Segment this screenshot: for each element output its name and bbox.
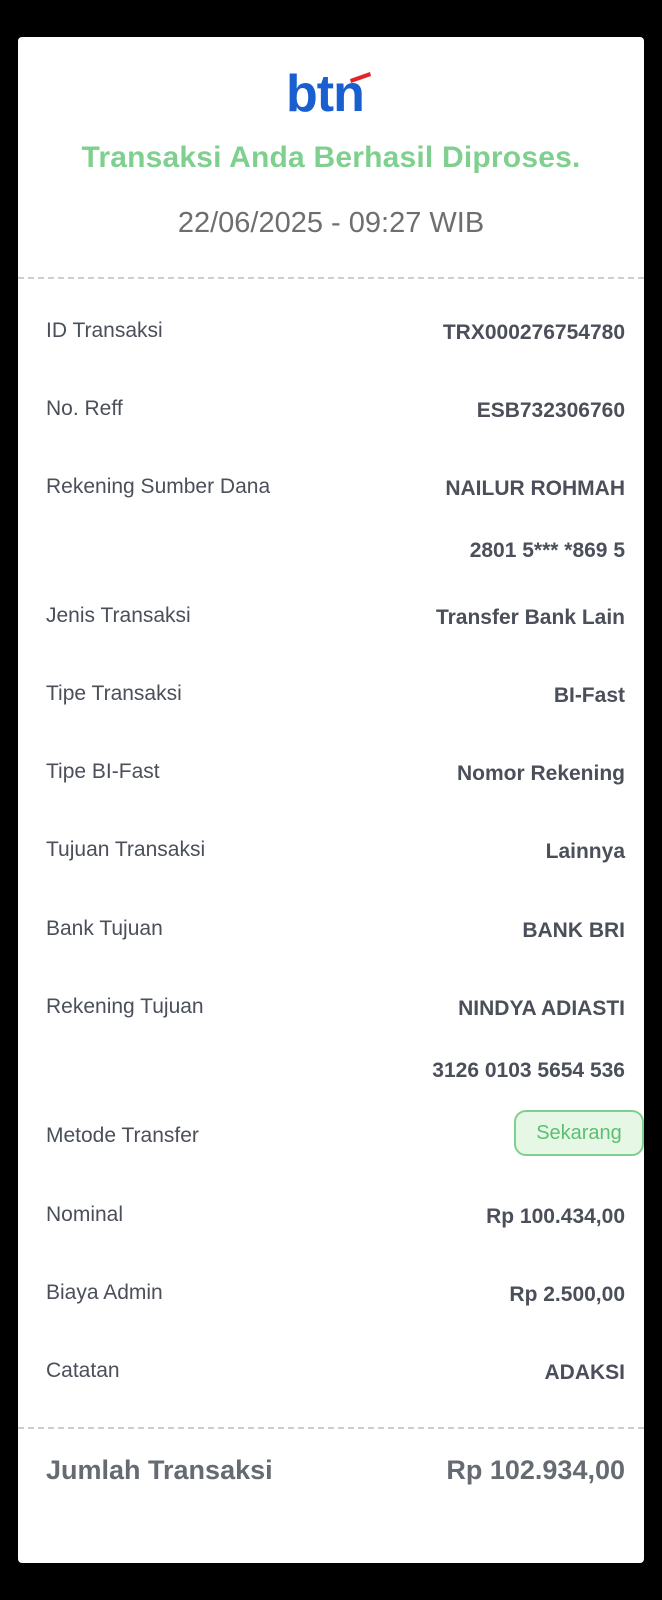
label: Bank Tujuan: [46, 917, 163, 940]
value: BANK BRI: [522, 919, 625, 942]
row-reff-no: No. Reff ESB732306760: [18, 397, 644, 437]
label: Biaya Admin: [46, 1281, 163, 1304]
value: Lainnya: [545, 840, 625, 863]
value: ADAKSI: [544, 1361, 625, 1384]
label: Metode Transfer: [46, 1124, 199, 1147]
label: Tujuan Transaksi: [46, 838, 206, 861]
success-status: Transaksi Anda Berhasil Diproses.: [81, 141, 581, 174]
value: NINDYA ADIASTI: [458, 997, 625, 1020]
row-transaction-purpose: Tujuan Transaksi Lainnya: [18, 838, 644, 878]
label: No. Reff: [46, 397, 123, 420]
value: Rp 100.434,00: [486, 1205, 625, 1228]
row-source-account-number: 2801 5*** *869 5: [18, 537, 644, 577]
label: Catatan: [46, 1359, 120, 1382]
label: Rekening Sumber Dana: [46, 475, 271, 498]
total-amount: Rp 102.934,00: [446, 1455, 625, 1485]
value: Rp 2.500,00: [509, 1283, 625, 1306]
row-admin-fee: Biaya Admin Rp 2.500,00: [18, 1281, 644, 1321]
row-transfer-method: Metode Transfer Sekarang: [18, 1110, 644, 1164]
value: TRX000276754780: [442, 321, 625, 344]
row-transaction-kind: Jenis Transaksi Transfer Bank Lain: [18, 604, 644, 644]
value: ESB732306760: [476, 399, 625, 422]
row-source-account: Rekening Sumber Dana NAILUR ROHMAH: [18, 475, 644, 515]
value: BI-Fast: [553, 684, 625, 707]
svg-text:btn: btn: [286, 65, 364, 117]
label: Nominal: [46, 1203, 124, 1226]
value: Nomor Rekening: [456, 762, 625, 785]
transfer-method-badge: Sekarang: [514, 1110, 644, 1156]
receipt-header: btn Transaksi Anda Berhasil Diproses. 22…: [18, 37, 644, 282]
row-destination-account-number: 3126 0103 5654 536: [18, 1057, 644, 1097]
label: Tipe BI-Fast: [46, 760, 160, 783]
label: Rekening Tujuan: [46, 995, 204, 1018]
label: Jenis Transaksi: [46, 604, 191, 627]
row-transaction-type: Tipe Transaksi BI-Fast: [18, 682, 644, 722]
divider-bottom: [18, 1427, 644, 1429]
value: 3126 0103 5654 536: [432, 1059, 625, 1082]
label: Tipe Transaksi: [46, 682, 182, 705]
row-transaction-id: ID Transaksi TRX000276754780: [18, 319, 644, 359]
divider-top: [18, 277, 644, 279]
value: NAILUR ROHMAH: [445, 477, 625, 500]
row-bifast-type: Tipe BI-Fast Nomor Rekening: [18, 760, 644, 800]
row-note: Catatan ADAKSI: [18, 1359, 644, 1399]
row-destination-bank: Bank Tujuan BANK BRI: [18, 917, 644, 957]
row-destination-account: Rekening Tujuan NINDYA ADIASTI: [18, 995, 644, 1035]
receipt-card: btn Transaksi Anda Berhasil Diproses. 22…: [18, 37, 644, 1563]
label: ID Transaksi: [46, 319, 163, 342]
row-nominal: Nominal Rp 100.434,00: [18, 1203, 644, 1243]
transaction-datetime: 22/06/2025 - 09:27 WIB: [177, 207, 485, 239]
total-label: Jumlah Transaksi: [46, 1455, 273, 1485]
value: Transfer Bank Lain: [435, 606, 625, 629]
btn-logo: btn: [286, 65, 386, 117]
value: 2801 5*** *869 5: [469, 539, 625, 562]
